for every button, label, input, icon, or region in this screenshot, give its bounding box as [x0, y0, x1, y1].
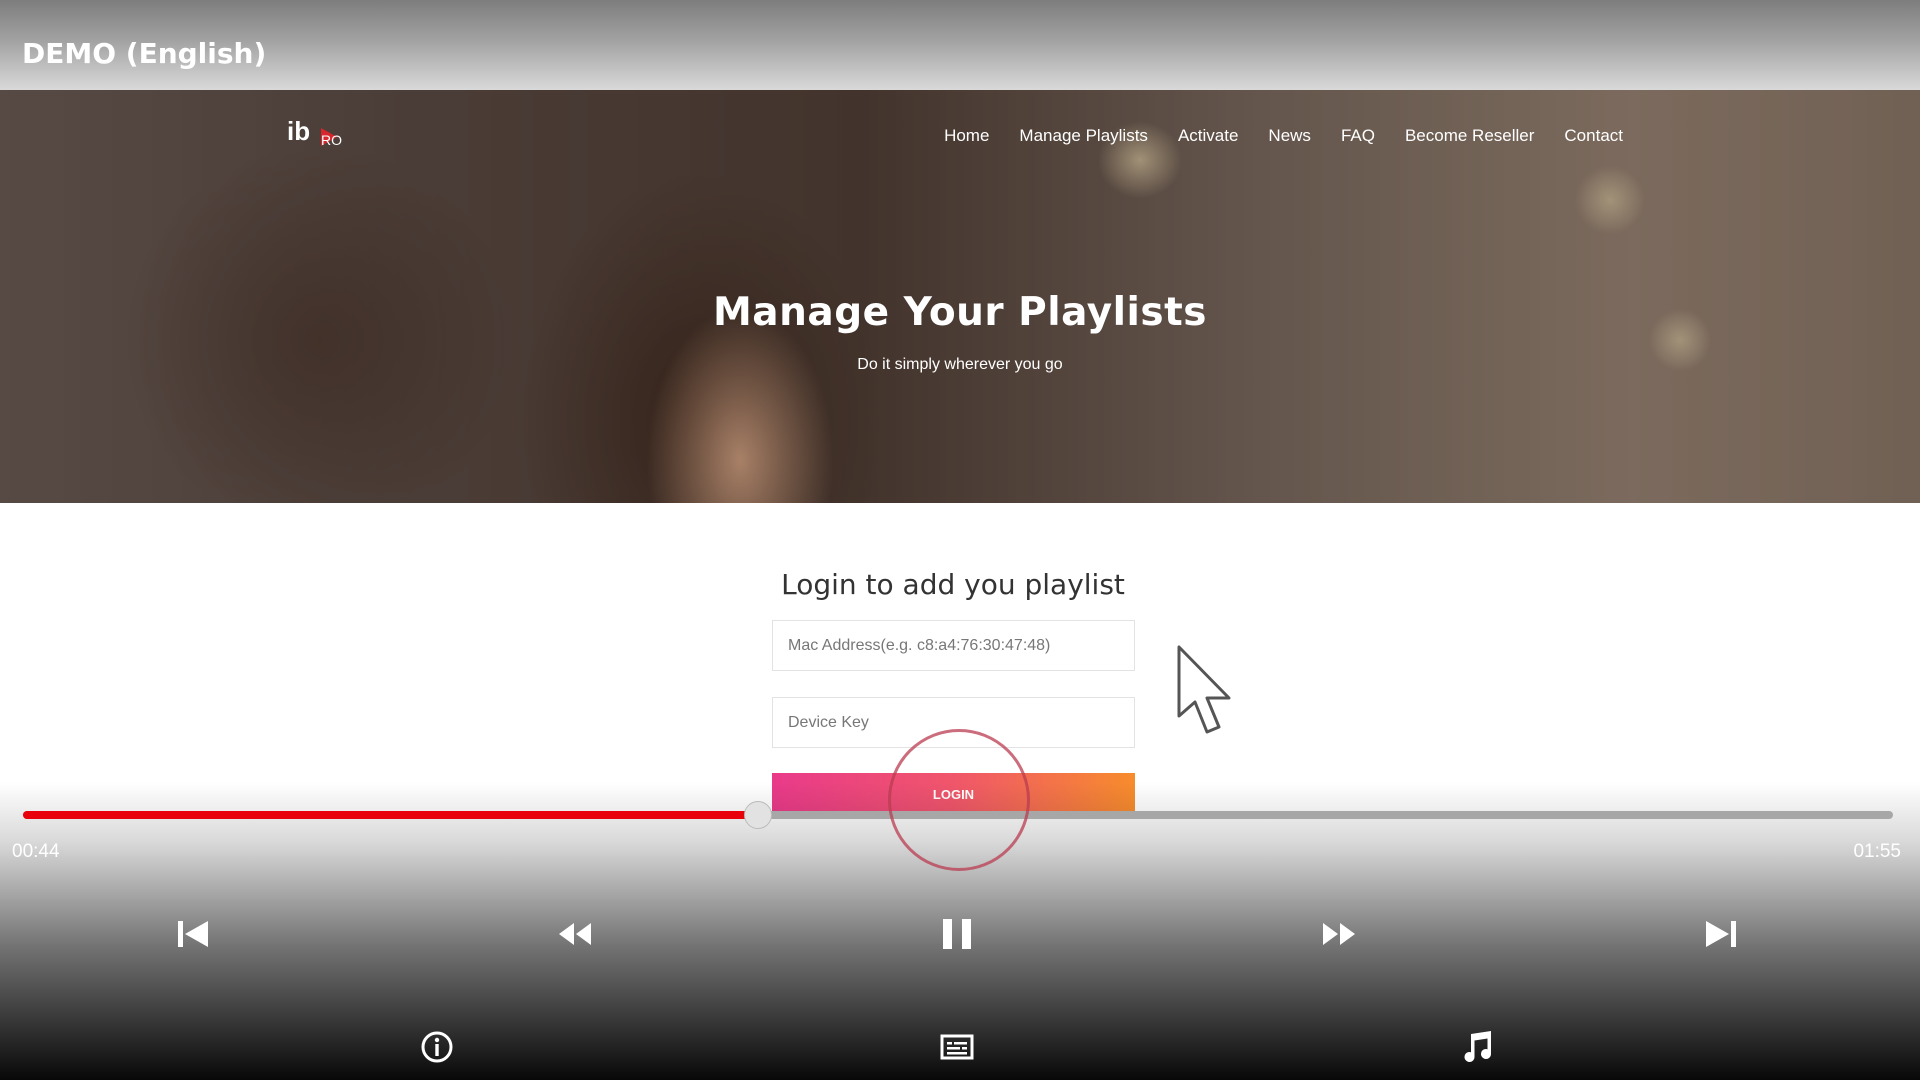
hero-banner: ib RO Home Manage Playlists Activate New… — [0, 90, 1920, 503]
mouse-pointer-icon — [1176, 644, 1236, 744]
video-title: DEMO (English) — [22, 37, 267, 70]
mac-address-input[interactable] — [772, 620, 1135, 671]
skip-previous-button[interactable] — [165, 906, 221, 962]
nav-home[interactable]: Home — [944, 126, 989, 146]
touch-indicator — [888, 729, 1030, 871]
rewind-icon — [559, 923, 591, 945]
skip-next-button[interactable] — [1693, 906, 1749, 962]
skip-previous-icon — [178, 921, 208, 947]
total-time: 01:55 — [1853, 841, 1901, 862]
site-nav: Home Manage Playlists Activate News FAQ … — [944, 126, 1623, 146]
info-icon — [421, 1031, 453, 1063]
rewind-button[interactable] — [547, 906, 603, 962]
logo-suffix: RO — [321, 132, 342, 148]
fast-forward-button[interactable] — [1311, 906, 1367, 962]
nav-news[interactable]: News — [1268, 126, 1311, 146]
hero-subtitle: Do it simply wherever you go — [857, 356, 1063, 373]
nav-become-reseller[interactable]: Become Reseller — [1405, 126, 1534, 146]
player-screen: ib RO Home Manage Playlists Activate New… — [0, 0, 1920, 1080]
pause-icon — [943, 919, 971, 949]
info-button[interactable] — [409, 1019, 465, 1075]
login-title: Login to add you playlist — [781, 568, 1125, 601]
seek-handle[interactable] — [743, 801, 772, 829]
site-logo[interactable]: ib RO — [287, 116, 357, 156]
audio-track-icon — [1464, 1031, 1491, 1062]
subtitles-button[interactable] — [929, 1019, 985, 1075]
nav-activate[interactable]: Activate — [1178, 126, 1238, 146]
audio-track-button[interactable] — [1449, 1019, 1505, 1075]
nav-faq[interactable]: FAQ — [1341, 126, 1375, 146]
nav-manage-playlists[interactable]: Manage Playlists — [1019, 126, 1148, 146]
logo-text: ib — [287, 116, 311, 146]
skip-next-icon — [1706, 921, 1736, 947]
hero-title: Manage Your Playlists — [713, 290, 1207, 335]
current-time: 00:44 — [12, 841, 60, 862]
subtitles-icon — [940, 1034, 974, 1060]
pause-button[interactable] — [929, 906, 985, 962]
seek-progress — [23, 811, 758, 819]
player-top-bar: DEMO (English) — [0, 0, 1920, 90]
nav-contact[interactable]: Contact — [1564, 126, 1623, 146]
fast-forward-icon — [1323, 923, 1355, 945]
